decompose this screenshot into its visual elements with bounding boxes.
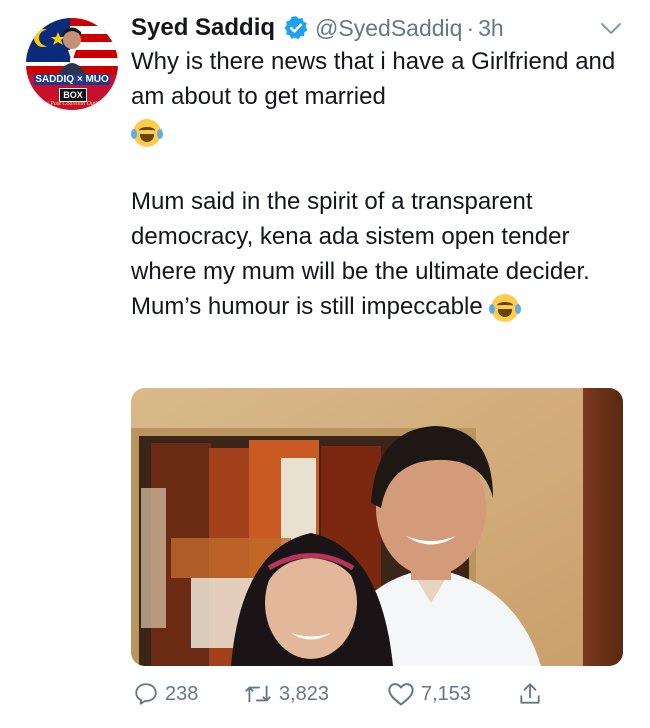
- retweet-count: 3,823: [279, 682, 330, 705]
- tweet-paragraph: Why is there news that i have a Girlfrie…: [131, 44, 626, 149]
- like-count: 7,153: [421, 682, 472, 705]
- avatar-box-label: BOX: [59, 88, 87, 102]
- tweet-paragraph-text: Mum said in the spirit of a transparent …: [131, 188, 590, 320]
- heart-icon: [388, 683, 414, 706]
- share-icon: [520, 683, 540, 704]
- tweet-action-bar: 238 3,823 7,153: [131, 681, 623, 711]
- display-name[interactable]: Syed Saddiq: [131, 14, 275, 42]
- reply-button[interactable]: 238: [133, 681, 198, 707]
- avatar[interactable]: SADDIQ × MUO BOX Not Past Coalition Outl…: [26, 18, 118, 110]
- user-handle[interactable]: @SyedSaddiq: [315, 15, 462, 42]
- retweet-icon: [245, 685, 271, 703]
- avatar-caption: Not Past Coalition Outlier: [40, 101, 104, 107]
- tweet-body: Why is there news that i have a Girlfrie…: [131, 44, 626, 324]
- reply-count: 238: [165, 682, 199, 705]
- verified-badge-icon: [284, 16, 308, 40]
- photo-image: [131, 388, 623, 666]
- tweet-header: Syed Saddiq @SyedSaddiq · 3h: [131, 12, 504, 44]
- tweet-time[interactable]: 3h: [478, 15, 504, 42]
- share-button[interactable]: [517, 681, 549, 707]
- reply-icon: [135, 683, 157, 705]
- separator-dot: ·: [466, 14, 475, 41]
- tweet-photo[interactable]: [131, 388, 623, 666]
- avatar-banner-text: SADDIQ × MUO: [34, 74, 110, 85]
- tweet-paragraph-text: Why is there news that i have a Girlfrie…: [131, 48, 616, 110]
- retweet-button[interactable]: 3,823: [243, 681, 329, 707]
- chevron-down-icon[interactable]: [600, 22, 622, 36]
- face-with-tears-of-joy-icon: [489, 293, 522, 322]
- tweet-paragraph: Mum said in the spirit of a transparent …: [131, 184, 626, 324]
- face-with-tears-of-joy-icon: [131, 118, 163, 147]
- like-button[interactable]: 7,153: [387, 681, 471, 707]
